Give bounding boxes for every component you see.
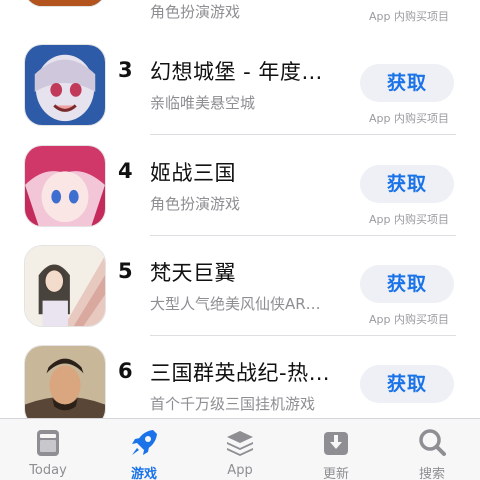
in-app-purchase-note: App 内购买项目 [369, 313, 449, 326]
app-icon-rank-6[interactable] [24, 345, 106, 418]
rank-number: 5 [118, 259, 133, 283]
get-button[interactable]: 获取 [360, 64, 454, 102]
search-icon [416, 427, 448, 459]
today-icon [32, 427, 64, 459]
list-item[interactable]: 5 梵天巨翼 大型人气绝美风仙侠AR… 获取 App 内购买项目 [0, 245, 480, 345]
tab-label: App [227, 463, 253, 478]
rank-number: 4 [118, 159, 133, 183]
rank-number: 6 [118, 359, 133, 383]
game-chart-list: 角色扮演游戏 App 内购买项目 3 幻想城堡 - 年度… 亲临唯美悬空城 获取… [0, 0, 480, 418]
app-subtitle: 角色扮演游戏 [150, 3, 241, 21]
list-item[interactable]: 3 幻想城堡 - 年度… 亲临唯美悬空城 获取 App 内购买项目 [0, 44, 480, 144]
row-divider [150, 235, 456, 236]
app-icon-rank-2[interactable] [24, 0, 106, 7]
app-icon-rank-5[interactable] [24, 245, 106, 327]
in-app-purchase-note: App 内购买项目 [369, 213, 449, 226]
list-item[interactable]: 角色扮演游戏 App 内购买项目 [0, 0, 480, 25]
tab-updates[interactable]: 更新 [288, 419, 384, 480]
rocket-icon [128, 427, 160, 459]
tab-apps[interactable]: App [192, 419, 288, 480]
app-title[interactable]: 幻想城堡 - 年度… [150, 56, 340, 86]
tab-search[interactable]: 搜索 [384, 419, 480, 480]
app-title[interactable]: 姬战三国 [150, 157, 340, 187]
row-divider [150, 134, 456, 135]
list-item[interactable]: 6 三国群英战纪-热… 首个千万级三国挂机游戏 获取 [0, 345, 480, 418]
tab-label: 游戏 [130, 467, 157, 480]
get-button[interactable]: 获取 [360, 165, 454, 203]
list-item[interactable]: 4 姬战三国 角色扮演游戏 获取 App 内购买项目 [0, 145, 480, 245]
rank-number: 3 [118, 58, 133, 82]
layers-icon [224, 427, 256, 459]
tab-label: 更新 [322, 467, 349, 480]
app-subtitle: 亲临唯美悬空城 [150, 94, 256, 112]
get-button[interactable]: 获取 [360, 265, 454, 303]
app-subtitle: 角色扮演游戏 [150, 195, 241, 213]
in-app-purchase-note: App 内购买项目 [369, 10, 449, 23]
app-icon-rank-3[interactable] [24, 44, 106, 126]
row-divider [150, 335, 456, 336]
download-tray-icon [320, 427, 352, 459]
tab-bar: Today 游戏 App 更新 搜索 [0, 418, 480, 480]
app-subtitle: 首个千万级三国挂机游戏 [150, 395, 316, 413]
tab-today[interactable]: Today [0, 419, 96, 480]
in-app-purchase-note: App 内购买项目 [369, 112, 449, 125]
app-title[interactable]: 三国群英战纪-热… [150, 357, 340, 387]
app-title[interactable]: 梵天巨翼 [150, 257, 340, 287]
tab-label: Today [29, 463, 67, 478]
tab-games[interactable]: 游戏 [96, 419, 192, 480]
app-subtitle: 大型人气绝美风仙侠AR… [150, 295, 321, 313]
app-icon-rank-4[interactable] [24, 145, 106, 227]
tab-label: 搜索 [418, 467, 445, 480]
get-button[interactable]: 获取 [360, 365, 454, 403]
